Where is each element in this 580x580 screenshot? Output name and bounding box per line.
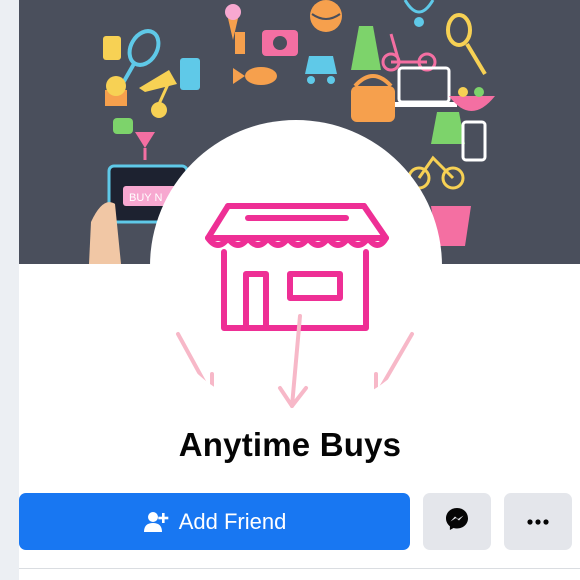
page-name: Anytime Buys	[178, 426, 402, 463]
add-friend-button[interactable]: Add Friend	[19, 493, 410, 550]
tank-top-icon	[431, 112, 465, 144]
tablet-sign-text: BUY N	[129, 192, 162, 204]
message-button[interactable]	[423, 493, 491, 550]
messenger-icon	[444, 506, 470, 537]
phone-icon	[180, 58, 200, 90]
store-logo	[176, 203, 414, 408]
cupcake-icon	[105, 76, 127, 106]
left-edge-strip	[0, 0, 19, 580]
profile-picture[interactable]	[150, 120, 442, 412]
add-person-icon	[143, 509, 169, 535]
more-options-button[interactable]	[504, 493, 572, 550]
lipstick-icon	[235, 32, 245, 54]
store-icon	[205, 203, 389, 331]
add-friend-label: Add Friend	[178, 508, 287, 534]
cup-icon	[103, 36, 121, 60]
more-horizontal-icon	[526, 513, 550, 531]
camera-icon	[262, 30, 298, 56]
teapot-icon	[113, 118, 133, 134]
ball-icon	[310, 0, 342, 32]
section-divider	[19, 568, 580, 569]
